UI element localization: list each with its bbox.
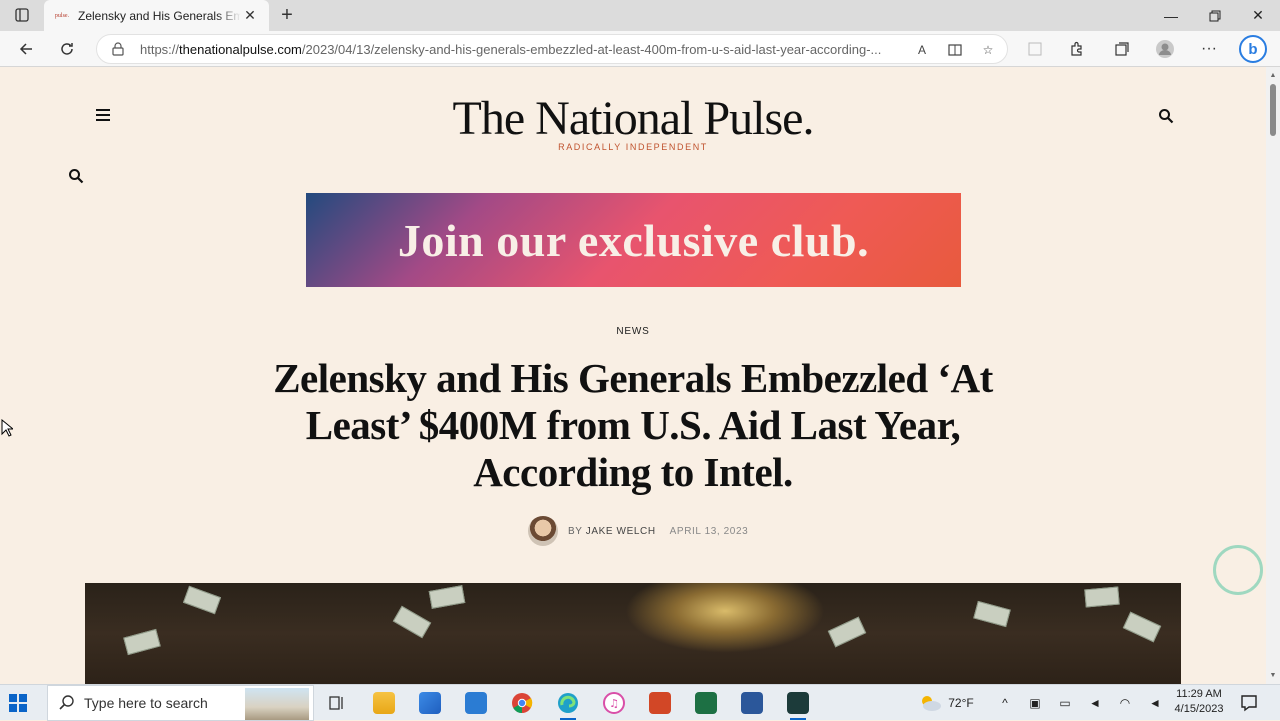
speaker-icon[interactable]: ◄ (1085, 685, 1105, 721)
microsoft-store-icon[interactable] (416, 689, 444, 717)
chrome-icon[interactable] (508, 689, 536, 717)
address-bar[interactable]: https://thenationalpulse.com/2023/04/13/… (96, 34, 1008, 64)
article-category[interactable]: NEWS (0, 326, 1266, 337)
browser-toolbar: https://thenationalpulse.com/2023/04/13/… (0, 31, 1280, 67)
volume-icon[interactable]: ◄ (1145, 685, 1165, 721)
page-scrollbar[interactable]: ▲ ▼ (1266, 67, 1280, 684)
itunes-icon[interactable]: ♫ (600, 689, 628, 717)
task-view-icon[interactable] (323, 689, 351, 717)
tab-actions-icon[interactable] (6, 3, 38, 27)
favorite-star-icon[interactable]: ☆ (978, 40, 998, 60)
minimize-button[interactable]: — (1149, 0, 1193, 31)
money-bill-graphic (1122, 611, 1162, 643)
extension-placeholder-icon[interactable] (1021, 35, 1049, 63)
collections-icon[interactable] (1108, 35, 1136, 63)
publish-date: APRIL 13, 2023 (669, 525, 749, 537)
battery-icon[interactable]: ▭ (1055, 685, 1075, 721)
clock-date: 4/15/2023 (1174, 703, 1224, 715)
url-path: /2023/04/13/zelensky-and-his-generals-em… (301, 42, 882, 57)
svg-text:b: b (1248, 41, 1257, 58)
site-favicon-icon: pulse. (54, 12, 70, 19)
windows-taskbar: Type here to search ♫ 72°F ^ ▣ ▭ ◄ ◠ ◄ 1… (0, 684, 1280, 721)
lock-icon[interactable] (111, 42, 125, 56)
show-hidden-icons-chevron-icon[interactable]: ^ (995, 685, 1015, 721)
edge-icon[interactable] (554, 689, 582, 720)
extensions-icon[interactable] (1063, 35, 1091, 63)
weather-icon[interactable] (914, 685, 946, 721)
browser-window: pulse. Zelensky and His Generals Embezzl… (0, 0, 1280, 684)
url-text[interactable]: https://thenationalpulse.com/2023/04/13/… (140, 42, 900, 57)
club-banner-ad[interactable]: Join our exclusive club. (306, 193, 961, 287)
new-tab-button[interactable]: + (276, 4, 298, 26)
search-icon (59, 695, 74, 710)
money-bill-graphic (973, 600, 1011, 628)
powerpoint-icon[interactable] (646, 689, 674, 717)
search-icon[interactable] (1158, 108, 1174, 124)
clock-time: 11:29 AM (1176, 688, 1222, 700)
tab-title: Zelensky and His Generals Embezzled (78, 8, 241, 23)
system-clock[interactable]: 11:29 AM 4/15/2023 (1166, 687, 1232, 717)
money-bill-graphic (827, 616, 867, 648)
maximize-button[interactable] (1193, 0, 1237, 31)
money-bill-graphic (123, 628, 161, 656)
meet-now-icon[interactable]: ▣ (1025, 685, 1045, 721)
back-button[interactable] (12, 35, 40, 63)
browser-tab[interactable]: pulse. Zelensky and His Generals Embezzl… (44, 0, 269, 31)
author-avatar[interactable] (528, 516, 558, 546)
search-icon-secondary[interactable] (68, 168, 84, 184)
money-bill-graphic (182, 585, 222, 615)
search-highlight-image (245, 688, 309, 720)
excel-icon[interactable] (692, 689, 720, 717)
url-prefix: https:// (140, 42, 180, 57)
immersive-reader-icon[interactable] (945, 40, 965, 60)
money-bill-graphic (1084, 586, 1120, 608)
close-window-button[interactable]: ✕ (1236, 0, 1280, 31)
close-tab-icon[interactable]: ✕ (241, 7, 259, 25)
scroll-thumb[interactable] (1270, 84, 1276, 136)
more-menu-icon[interactable]: ··· (1195, 35, 1223, 63)
money-bill-graphic (428, 585, 466, 609)
byline-prefix: BY (568, 525, 586, 537)
article-byline: BY JAKE WELCH APRIL 13, 2023 (528, 516, 748, 546)
search-placeholder: Type here to search (84, 695, 208, 711)
banner-text: Join our exclusive club. (397, 214, 870, 266)
profile-avatar-icon[interactable] (1151, 35, 1179, 63)
article-headline: Zelensky and His Generals Embezzled ‘At … (273, 355, 993, 495)
mail-icon[interactable] (462, 689, 490, 717)
scroll-down-icon[interactable]: ▼ (1269, 671, 1277, 679)
bing-chat-icon[interactable]: b (1238, 34, 1268, 64)
mouse-cursor-icon (1, 419, 13, 437)
read-aloud-icon[interactable]: A (912, 40, 932, 60)
refresh-button[interactable] (53, 35, 81, 63)
url-domain: thenationalpulse.com (179, 42, 302, 57)
author-link[interactable]: JAKE WELCH (586, 526, 656, 537)
terminal-app-icon[interactable] (784, 689, 812, 720)
scroll-up-icon[interactable]: ▲ (1269, 71, 1277, 79)
site-logo[interactable]: The National Pulse. (0, 91, 1266, 146)
weather-temperature[interactable]: 72°F (944, 685, 978, 721)
web-page: The National Pulse. RADICALLY INDEPENDEN… (0, 67, 1266, 684)
windows-start-icon[interactable] (8, 693, 28, 713)
tab-strip: pulse. Zelensky and His Generals Embezzl… (0, 0, 1280, 31)
site-tagline: RADICALLY INDEPENDENT (558, 142, 708, 152)
notification-center-icon[interactable] (1240, 694, 1258, 712)
wifi-icon[interactable]: ◠ (1115, 685, 1135, 721)
taskbar-search-box[interactable]: Type here to search (47, 685, 314, 721)
word-icon[interactable] (738, 689, 766, 717)
floating-circle-widget[interactable] (1213, 545, 1263, 595)
chandelier-graphic (625, 583, 825, 653)
money-bill-graphic (392, 605, 432, 639)
file-explorer-icon[interactable] (370, 689, 398, 717)
article-hero-image (85, 583, 1181, 684)
svg-text:♫: ♫ (609, 697, 619, 710)
